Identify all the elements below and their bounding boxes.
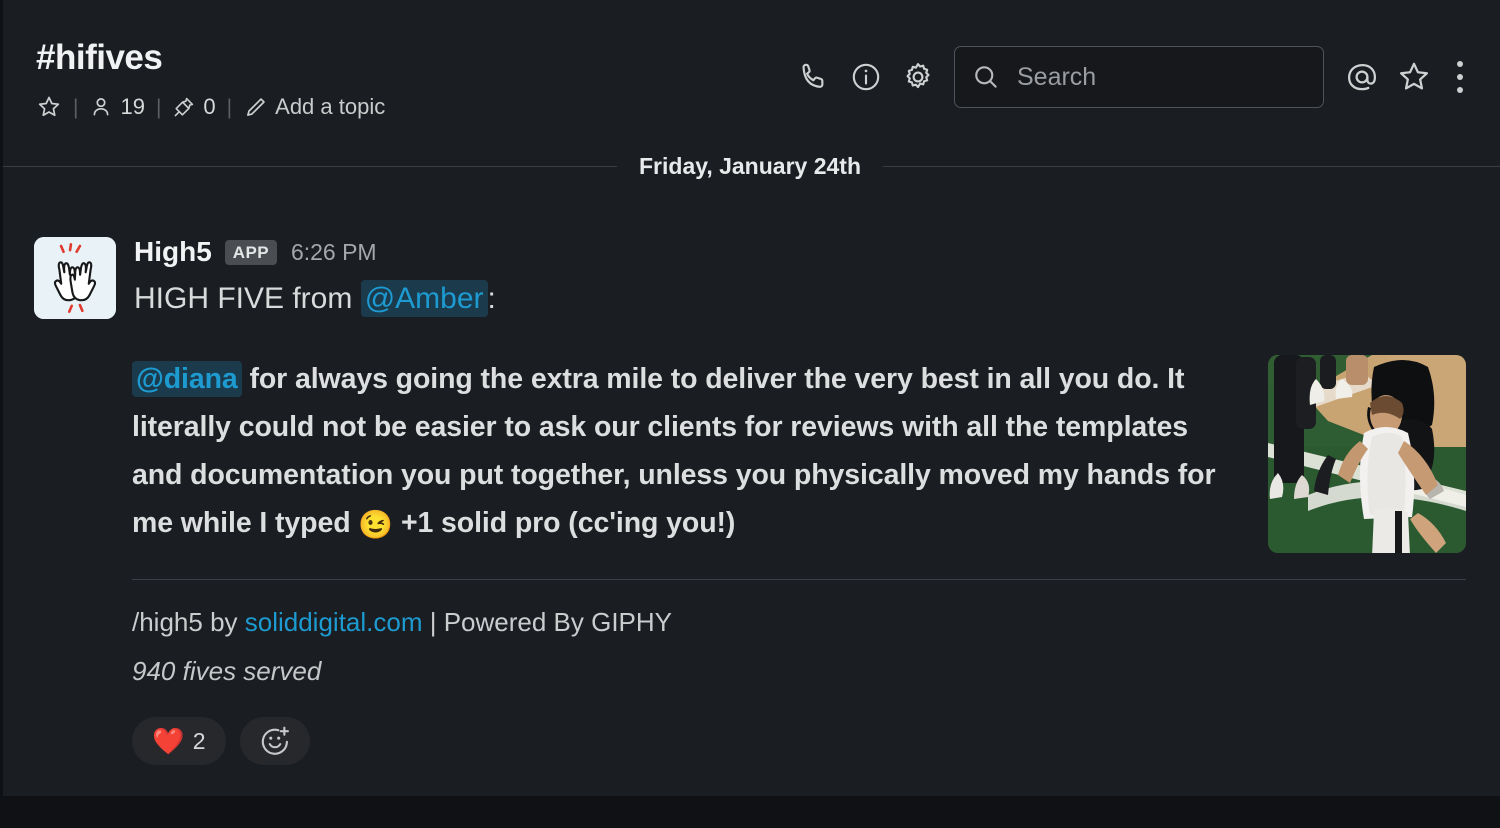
kebab-dot-1 [1457, 61, 1463, 67]
window-left-edge [0, 0, 3, 828]
pencil-icon [247, 97, 265, 116]
message-body: High5 APP 6:26 PM HIGH FIVE from @Amber: [134, 237, 1500, 318]
slack-channel-window: #hifives | 19 | 0 | Add a topic Search F… [0, 0, 1500, 828]
heart-emoji: ❤️ [152, 726, 185, 756]
starred-items-button[interactable] [1388, 51, 1440, 103]
attachment-footer-subtext: 940 fives served [132, 655, 322, 686]
channel-meta-bar: | 19 | 0 | Add a topic [36, 94, 385, 120]
channel-pins-button[interactable]: 0 [172, 94, 216, 119]
star-outline-icon [1399, 62, 1429, 90]
mentions-button[interactable] [1336, 51, 1388, 103]
info-circle-icon [852, 63, 880, 91]
more-options-button[interactable] [1440, 51, 1480, 103]
message-header: High5 APP 6:26 PM [134, 237, 1500, 267]
add-topic-label: Add a topic [275, 94, 386, 119]
star-channel-button[interactable] [36, 94, 62, 120]
pins-count: 0 [203, 94, 216, 119]
phone-icon [802, 63, 824, 88]
mention-amber[interactable]: @Amber [360, 280, 488, 317]
footer-link[interactable]: soliddigital.com [245, 607, 423, 637]
kebab-dot-3 [1457, 87, 1463, 93]
attachment-footer: /high5 by soliddigital.com | Powered By … [132, 606, 1466, 639]
start-call-button[interactable] [788, 51, 840, 103]
high-five-hands-icon [34, 237, 116, 319]
message-sender[interactable]: High5 [134, 238, 212, 266]
attachment-gif-thumbnail[interactable] [1268, 355, 1466, 553]
channel-name[interactable]: #hifives [36, 40, 385, 75]
kebab-dot-2 [1457, 74, 1463, 80]
message-row: High5 APP 6:26 PM HIGH FIVE from @Amber: [34, 237, 1500, 319]
wink-emoji: 😉 [358, 509, 394, 541]
channel-header-left: #hifives | 19 | 0 | Add a topic [36, 40, 385, 120]
search-input[interactable]: Search [954, 46, 1324, 108]
mention-diana[interactable]: @diana [132, 361, 242, 397]
at-sign-icon [1347, 64, 1377, 91]
app-badge: APP [224, 239, 277, 265]
search-icon [975, 66, 997, 88]
meta-separator-2: | [155, 95, 162, 119]
channel-header-actions: Search [788, 46, 1480, 108]
add-reaction-icon [261, 726, 289, 755]
message-attachment: @diana for always going the extra mile t… [132, 355, 1466, 687]
add-reaction-button[interactable] [240, 717, 310, 765]
reaction-count: 2 [192, 727, 206, 754]
channel-settings-button[interactable] [892, 51, 944, 103]
add-topic-button[interactable]: Add a topic [243, 95, 385, 120]
message-item: High5 APP 6:26 PM HIGH FIVE from @Amber: [0, 237, 1500, 319]
members-count: 19 [120, 94, 145, 119]
date-divider: Friday, January 24th [0, 153, 1500, 180]
date-divider-line-left [0, 166, 617, 167]
reaction-heart[interactable]: ❤️ 2 [132, 717, 226, 765]
attachment-row: @diana for always going the extra mile t… [132, 355, 1466, 553]
meta-separator-3: | [226, 95, 233, 119]
footer-suffix: | Powered By GIPHY [422, 607, 673, 637]
footer-prefix: /high5 by [132, 607, 245, 637]
attachment-body-tail: +1 solid pro (cc'ing you!) [393, 507, 736, 540]
pin-icon [175, 97, 194, 117]
date-divider-label[interactable]: Friday, January 24th [617, 153, 883, 180]
person-icon [94, 98, 109, 116]
meta-separator-1: | [73, 95, 79, 119]
window-bottom-strip [0, 796, 1500, 828]
search-placeholder: Search [1017, 62, 1097, 91]
channel-header: #hifives | 19 | 0 | Add a topic Search [0, 0, 1500, 145]
message-text: HIGH FIVE from @Amber: [134, 280, 1500, 318]
avatar[interactable] [34, 237, 116, 319]
star-outline-icon [38, 96, 60, 117]
basketball-court-gif [1268, 355, 1466, 553]
message-text-suffix: : [487, 282, 496, 315]
gear-icon [906, 63, 930, 89]
message-timestamp[interactable]: 6:26 PM [291, 240, 377, 264]
channel-members-button[interactable]: 19 [89, 94, 145, 119]
date-divider-line-right [883, 166, 1500, 167]
message-text-prefix: HIGH FIVE from [134, 282, 361, 315]
reactions-bar: ❤️ 2 [132, 717, 310, 765]
channel-info-button[interactable] [840, 51, 892, 103]
attachment-text: @diana for always going the extra mile t… [132, 355, 1232, 549]
attachment-divider [132, 579, 1466, 580]
